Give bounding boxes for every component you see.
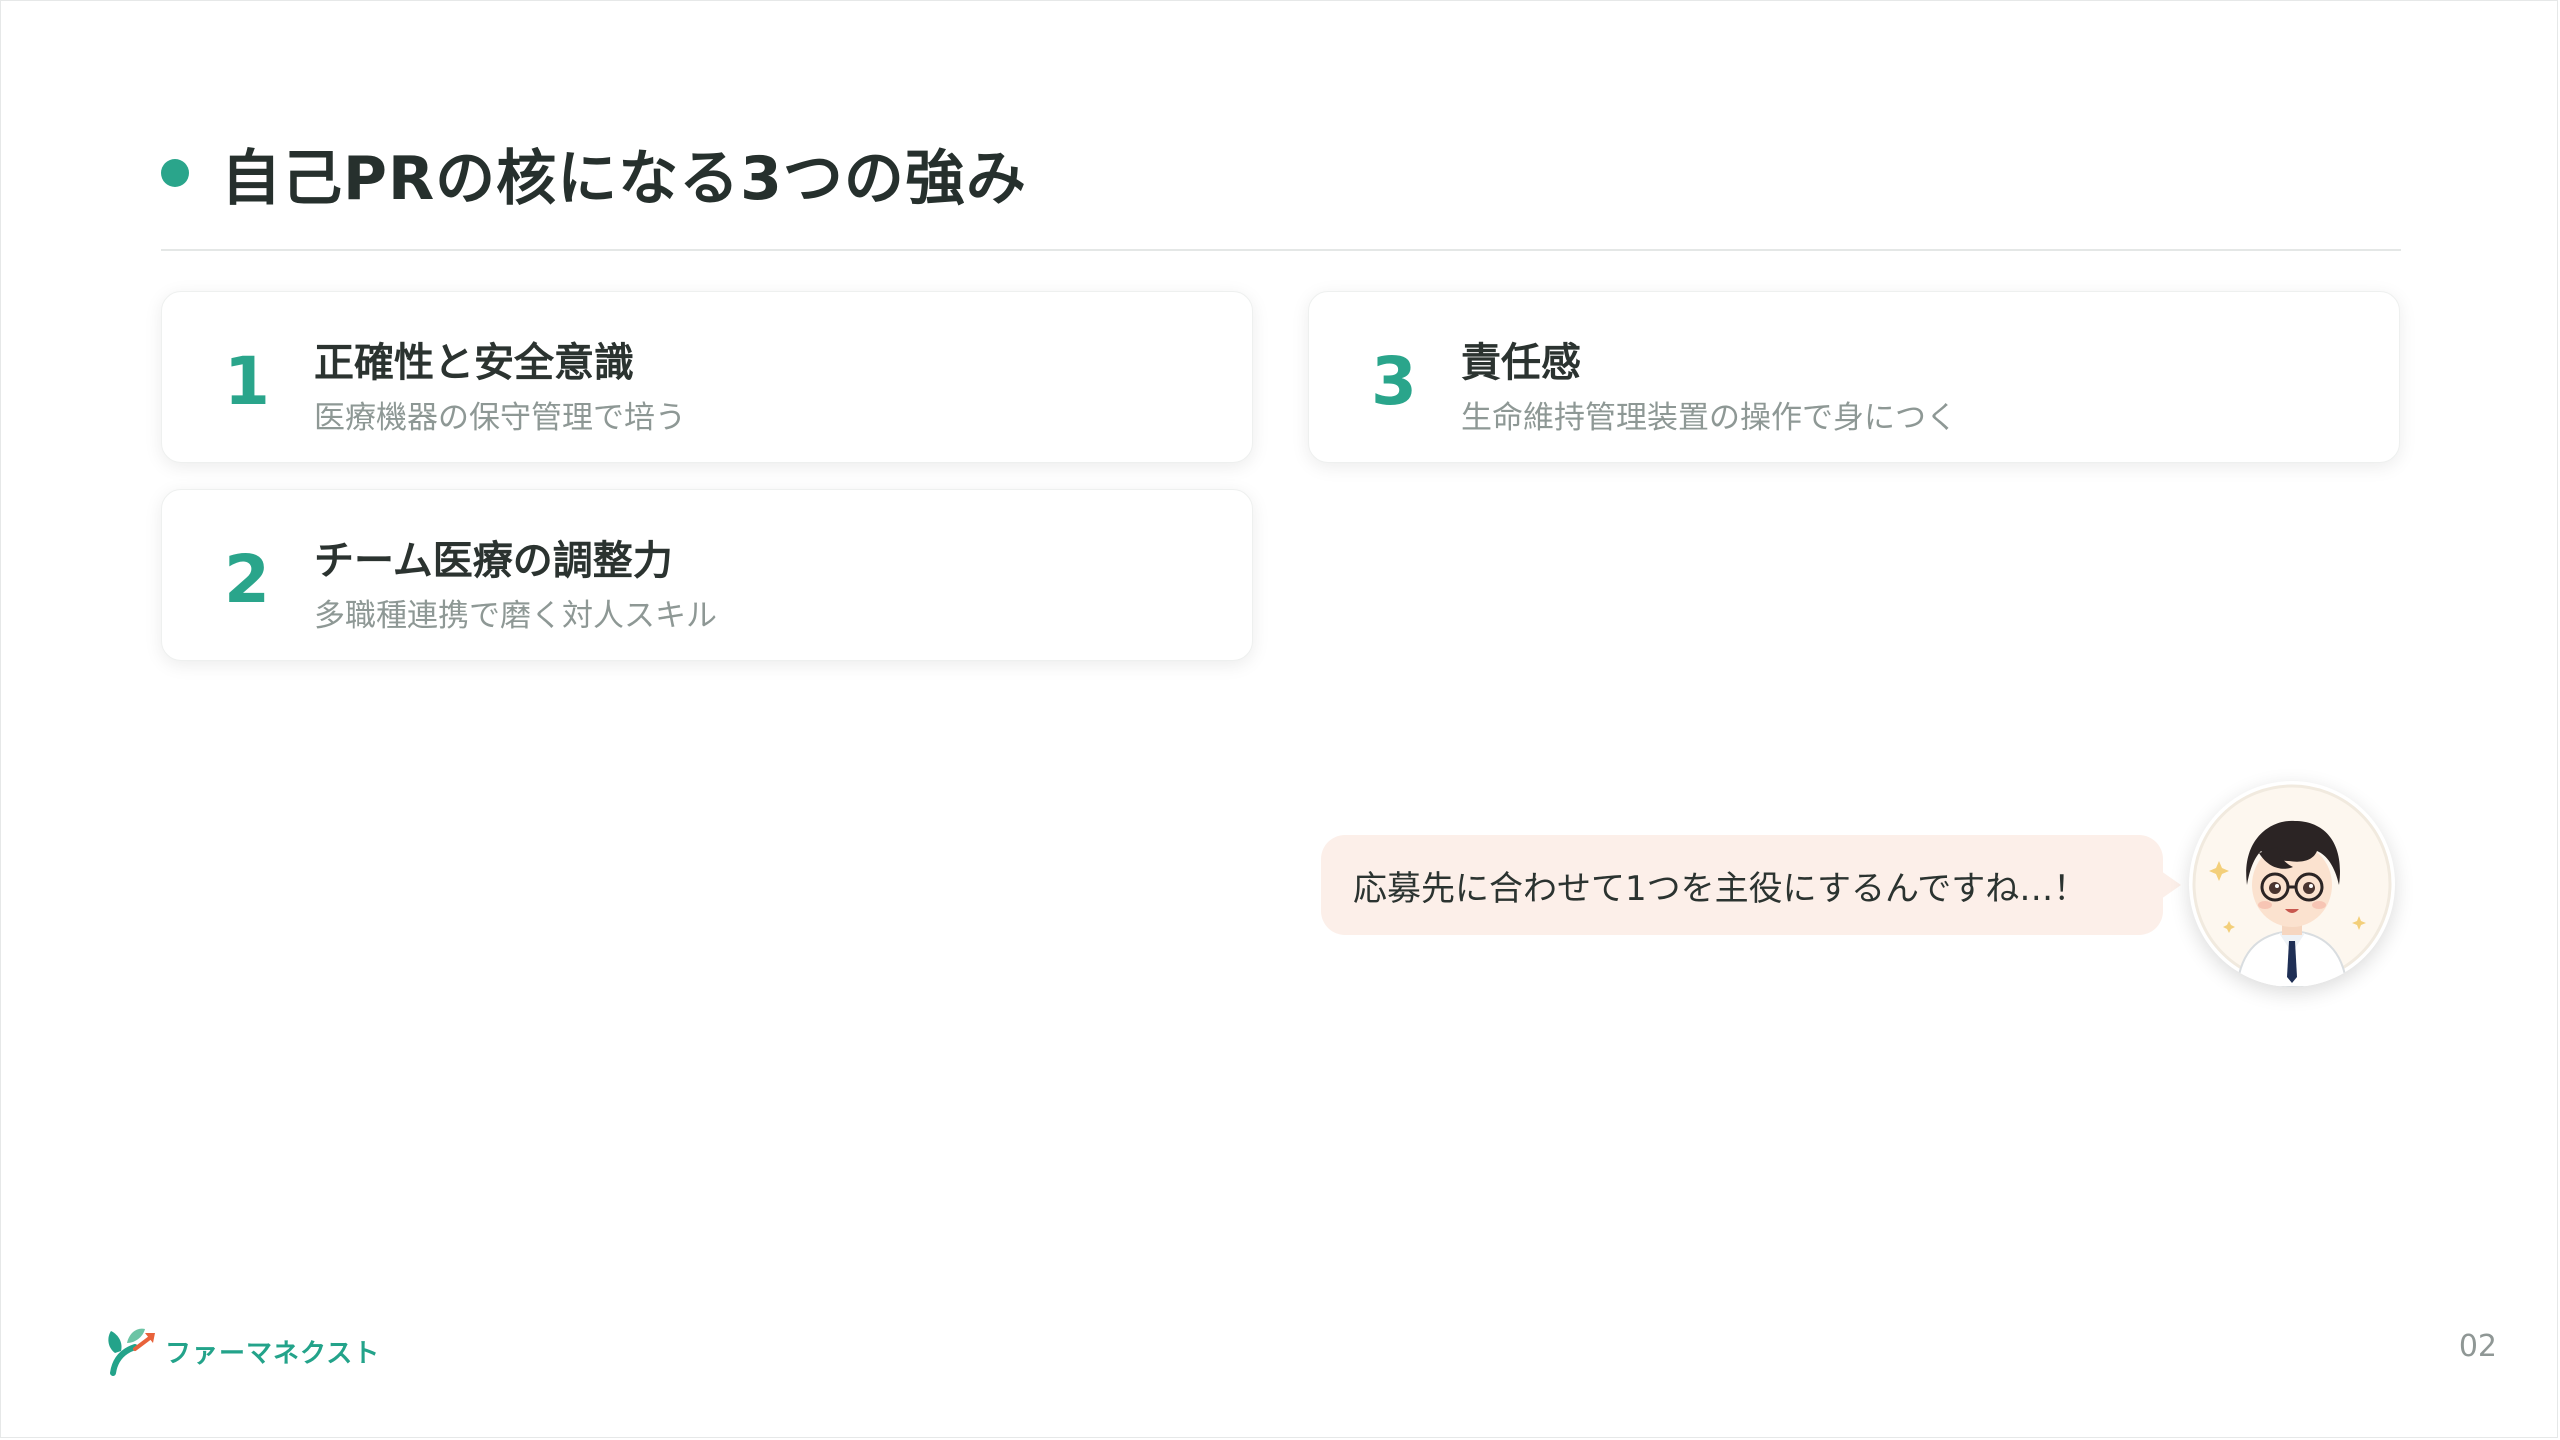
strength-title: 責任感 — [1461, 340, 1581, 386]
strength-card-1: 1 正確性と安全意識 医療機器の保守管理で培う — [161, 291, 1253, 463]
slide-title: 自己PRの核になる3つの強み — [221, 143, 1027, 214]
strength-subtitle: 医療機器の保守管理で培う — [314, 400, 686, 436]
strength-subtitle: 生命維持管理装置の操作で身につく — [1461, 400, 1957, 436]
speech-text: 応募先に合わせて1つを主役にするんですね…！ — [1353, 868, 2088, 909]
brand-logo-text: ファーマネクスト — [165, 1338, 381, 1369]
title-bullet-dot — [161, 159, 189, 187]
speech-bubble: 応募先に合わせて1つを主役にするんですね…！ — [1321, 835, 2181, 935]
strength-number: 1 — [224, 343, 270, 420]
doctor-avatar-icon — [2189, 781, 2395, 987]
slide-title-row: 自己PRの核になる3つの強み — [161, 133, 1027, 214]
strength-number: 2 — [224, 541, 270, 618]
strength-card-2: 2 チーム医療の調整力 多職種連携で磨く対人スキル — [161, 489, 1253, 661]
slide: 自己PRの核になる3つの強み 1 正確性と安全意識 医療機器の保守管理で培う 2… — [0, 0, 2558, 1438]
strength-title: 正確性と安全意識 — [314, 340, 634, 386]
strength-card-3: 3 責任感 生命維持管理装置の操作で身につく — [1308, 291, 2400, 463]
strength-subtitle: 多職種連携で磨く対人スキル — [314, 598, 717, 634]
brand-logo: ファーマネクスト — [105, 1321, 380, 1381]
strength-title: チーム医療の調整力 — [314, 538, 673, 584]
title-divider — [161, 249, 2401, 251]
sprout-arrow-icon — [108, 1328, 155, 1376]
strength-number: 3 — [1371, 343, 1417, 420]
page-number: 02 — [2458, 1329, 2497, 1364]
